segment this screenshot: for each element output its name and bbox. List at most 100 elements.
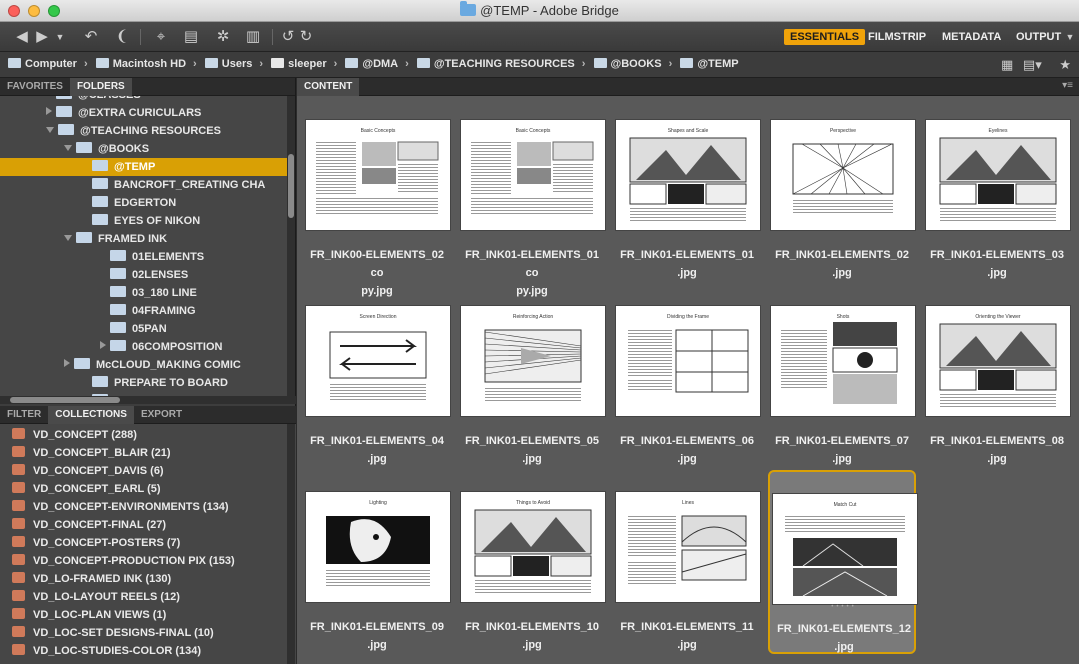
folder-tree-item[interactable]: FRAMED INK	[0, 230, 288, 248]
disclosure-down-icon[interactable]	[64, 145, 72, 151]
disclosure-right-icon[interactable]	[46, 107, 52, 115]
thumbnail-image[interactable]: Match Cut	[773, 494, 917, 604]
reveal-recent-icon[interactable]: ↶	[80, 28, 102, 46]
breadcrumb-computer[interactable]: Computer	[8, 58, 77, 70]
thumbnail-filename[interactable]: FR_INK01-ELEMENTS_05 .jpg	[458, 432, 606, 468]
folder-tree-item[interactable]: @EXTRA CURICULARS	[0, 104, 288, 122]
thumbnail-item[interactable]: Reinforcing Action FR_INK01-ELEMENTS_05 .j…	[458, 284, 606, 468]
tab-collections[interactable]: COLLECTIONS	[48, 406, 134, 424]
thumbnail-item[interactable]: Lines FR_INK01-ELEMENTS_11 .jpg	[613, 470, 761, 654]
thumbnail-item[interactable]: Perspective FR_INK01-ELEMENTS_02 .jpg	[768, 98, 916, 282]
folder-tree-item[interactable]: 06COMPOSITION	[0, 338, 288, 356]
thumbnail-item[interactable]: Lighting FR_INK01-ELEMENTS_09 .jpg	[303, 470, 451, 654]
thumbnail-item[interactable]: Screen Direction FR_INK01-ELEMENTS_04 .jpg	[303, 284, 451, 468]
folder-tree-vertical-scrollbar[interactable]	[287, 96, 295, 396]
thumbnail-image[interactable]: Basic Concepts	[306, 120, 450, 230]
breadcrumb-separator-icon[interactable]: ›	[334, 58, 338, 70]
folder-tree-item[interactable]: 04FRAMING	[0, 302, 288, 320]
breadcrumb-separator-icon[interactable]: ›	[405, 58, 409, 70]
favorite-star-icon[interactable]: ★	[1059, 57, 1071, 72]
camera-download-icon[interactable]: ⌖	[150, 28, 172, 46]
thumbnail-item[interactable]: Eyelines FR_INK01-ELEMENTS_03 .jpg	[923, 98, 1071, 282]
scrollbar-thumb[interactable]	[288, 154, 294, 218]
thumbnail-item[interactable]: Shapes and Scale FR_INK01-ELEMENTS_01 .jpg	[613, 98, 761, 282]
collection-item[interactable]: VD_CONCEPT (288)	[0, 426, 288, 444]
breadcrumb-macintosh-hd[interactable]: Macintosh HD	[95, 58, 186, 70]
thumbnail-item[interactable]: Shots FR_INK01-ELEMENTS_07 .jpg	[768, 284, 916, 468]
disclosure-right-icon[interactable]	[64, 359, 70, 367]
breadcrumb-separator-icon[interactable]: ›	[84, 58, 88, 70]
collection-item[interactable]: VD_LOC-SET DESIGNS-FINAL (10)	[0, 624, 288, 642]
boomerang-icon[interactable]: ❨	[114, 28, 130, 46]
back-arrow-icon[interactable]: ◀	[14, 28, 30, 46]
breadcrumb-dma[interactable]: @DMA	[345, 58, 398, 70]
thumbnail-image[interactable]: Basic Concepts	[461, 120, 605, 230]
rating-dots-icon[interactable]: •••••	[770, 604, 918, 610]
thumbnail-filename[interactable]: FR_INK01-ELEMENTS_11 .jpg	[613, 618, 761, 654]
disclosure-down-icon[interactable]	[46, 127, 54, 133]
thumbnail-filename[interactable]: FR_INK01-ELEMENTS_06 .jpg	[613, 432, 761, 468]
collection-item[interactable]: VD_LO-LAYOUT REELS (12)	[0, 588, 288, 606]
open-in-camera-raw-icon[interactable]: ✲	[212, 28, 234, 46]
folder-tree-item[interactable]: @TEACHING RESOURCES	[0, 122, 288, 140]
folder-tree-item[interactable]: EDGERTON	[0, 194, 288, 212]
thumbnail-image[interactable]: Shapes and Scale	[616, 120, 760, 230]
thumbnail-item[interactable]: Match Cut FR_INK01-ELEMENTS_12 .jpg •••••	[768, 470, 918, 656]
disclosure-right-icon[interactable]	[100, 341, 106, 349]
folder-tree-item[interactable]: EYES OF NIKON	[0, 212, 288, 230]
thumbnail-item[interactable]: Things to Avoid FR_INK01-ELEMENTS_10 .jpg	[458, 470, 606, 654]
view-options-icon[interactable]: ▤▾	[1023, 57, 1042, 72]
thumbnail-image[interactable]: Lines	[616, 492, 760, 602]
output-icon[interactable]: ▥	[242, 28, 264, 46]
folder-tree-item[interactable]: BANCROFT_CREATING CHA	[0, 176, 288, 194]
folder-tree-horizontal-scrollbar[interactable]	[0, 396, 296, 404]
folder-tree-item[interactable]: @BOOKS	[0, 140, 288, 158]
thumbnail-filename[interactable]: FR_INK01-ELEMENTS_09 .jpg	[303, 618, 451, 654]
disclosure-down-icon[interactable]	[64, 235, 72, 241]
folder-tree-item[interactable]: @TEMP	[0, 158, 288, 176]
breadcrumb-users[interactable]: Users	[204, 58, 252, 70]
thumbnail-filename[interactable]: FR_INK01-ELEMENTS_01 .jpg	[613, 246, 761, 282]
thumbnail-item[interactable]: Dividing the Frame FR_INK01-ELEMENTS_06 .j…	[613, 284, 761, 468]
thumbnail-item[interactable]: Basic Concepts FR_INK01-ELEMENTS_01 co py.…	[458, 98, 606, 297]
thumbnail-filename[interactable]: FR_INK01-ELEMENTS_12 .jpg	[770, 620, 918, 656]
folder-tree-item[interactable]: 01ELEMENTS	[0, 248, 288, 266]
workspace-output[interactable]: OUTPUT	[1010, 29, 1067, 45]
collection-item[interactable]: VD_LOC-STUDIES-COLOR (134)	[0, 642, 288, 660]
workspace-metadata[interactable]: METADATA	[936, 29, 1007, 45]
panel-menu-icon[interactable]: ▾≡	[1062, 80, 1073, 91]
breadcrumb-teaching-resources[interactable]: @TEACHING RESOURCES	[416, 58, 575, 70]
collection-item[interactable]: VD_CONCEPT_BLAIR (21)	[0, 444, 288, 462]
scrollbar-thumb[interactable]	[10, 397, 120, 403]
thumbnail-image[interactable]: Perspective	[771, 120, 915, 230]
workspace-menu-chevron-icon[interactable]: ▼	[1064, 28, 1076, 46]
tab-filter[interactable]: FILTER	[0, 406, 48, 424]
rotate-right-icon[interactable]: ↻	[298, 28, 314, 46]
collection-item[interactable]: VD_LOC-PLAN VIEWS (1)	[0, 606, 288, 624]
collection-item[interactable]: VD_CONCEPT_DAVIS (6)	[0, 462, 288, 480]
folder-tree-item[interactable]: 05PAN	[0, 320, 288, 338]
folder-tree-item[interactable]: 03_180 LINE	[0, 284, 288, 302]
collection-item[interactable]: VD_CONCEPT_EARL (5)	[0, 480, 288, 498]
thumbnail-filename[interactable]: FR_INK01-ELEMENTS_03 .jpg	[923, 246, 1071, 282]
refine-icon[interactable]: ▤	[180, 28, 202, 46]
tab-content[interactable]: CONTENT	[297, 78, 360, 96]
workspace-essentials[interactable]: ESSENTIALS	[784, 29, 866, 45]
folder-tree-item[interactable]: 02LENSES	[0, 266, 288, 284]
breadcrumb-separator-icon[interactable]: ›	[582, 58, 586, 70]
thumbnail-filename[interactable]: FR_INK01-ELEMENTS_02 .jpg	[768, 246, 916, 282]
tab-folders[interactable]: FOLDERS	[69, 78, 132, 96]
collection-item[interactable]: VD_CONCEPT-ENVIRONMENTS (134)	[0, 498, 288, 516]
thumbnail-item[interactable]: Basic Concepts FR_INK00-ELEMENTS_02 co py.…	[303, 98, 451, 297]
thumbnail-filename[interactable]: FR_INK01-ELEMENTS_04 .jpg	[303, 432, 451, 468]
collection-item[interactable]: VD_CONCEPT-PRODUCTION PIX (153)	[0, 552, 288, 570]
collections-scrollbar[interactable]	[287, 424, 295, 664]
thumbnail-image[interactable]: Eyelines	[926, 120, 1070, 230]
workspace-filmstrip[interactable]: FILMSTRIP	[862, 29, 932, 45]
folder-tree-item[interactable]: @CLASSES	[0, 96, 288, 104]
quality-options-icon[interactable]: ▦	[1001, 57, 1013, 72]
thumbnail-filename[interactable]: FR_INK01-ELEMENTS_08 .jpg	[923, 432, 1071, 468]
thumbnail-image[interactable]: Orienting the Viewer	[926, 306, 1070, 416]
thumbnail-image[interactable]: Things to Avoid	[461, 492, 605, 602]
thumbnail-image[interactable]: Lighting	[306, 492, 450, 602]
